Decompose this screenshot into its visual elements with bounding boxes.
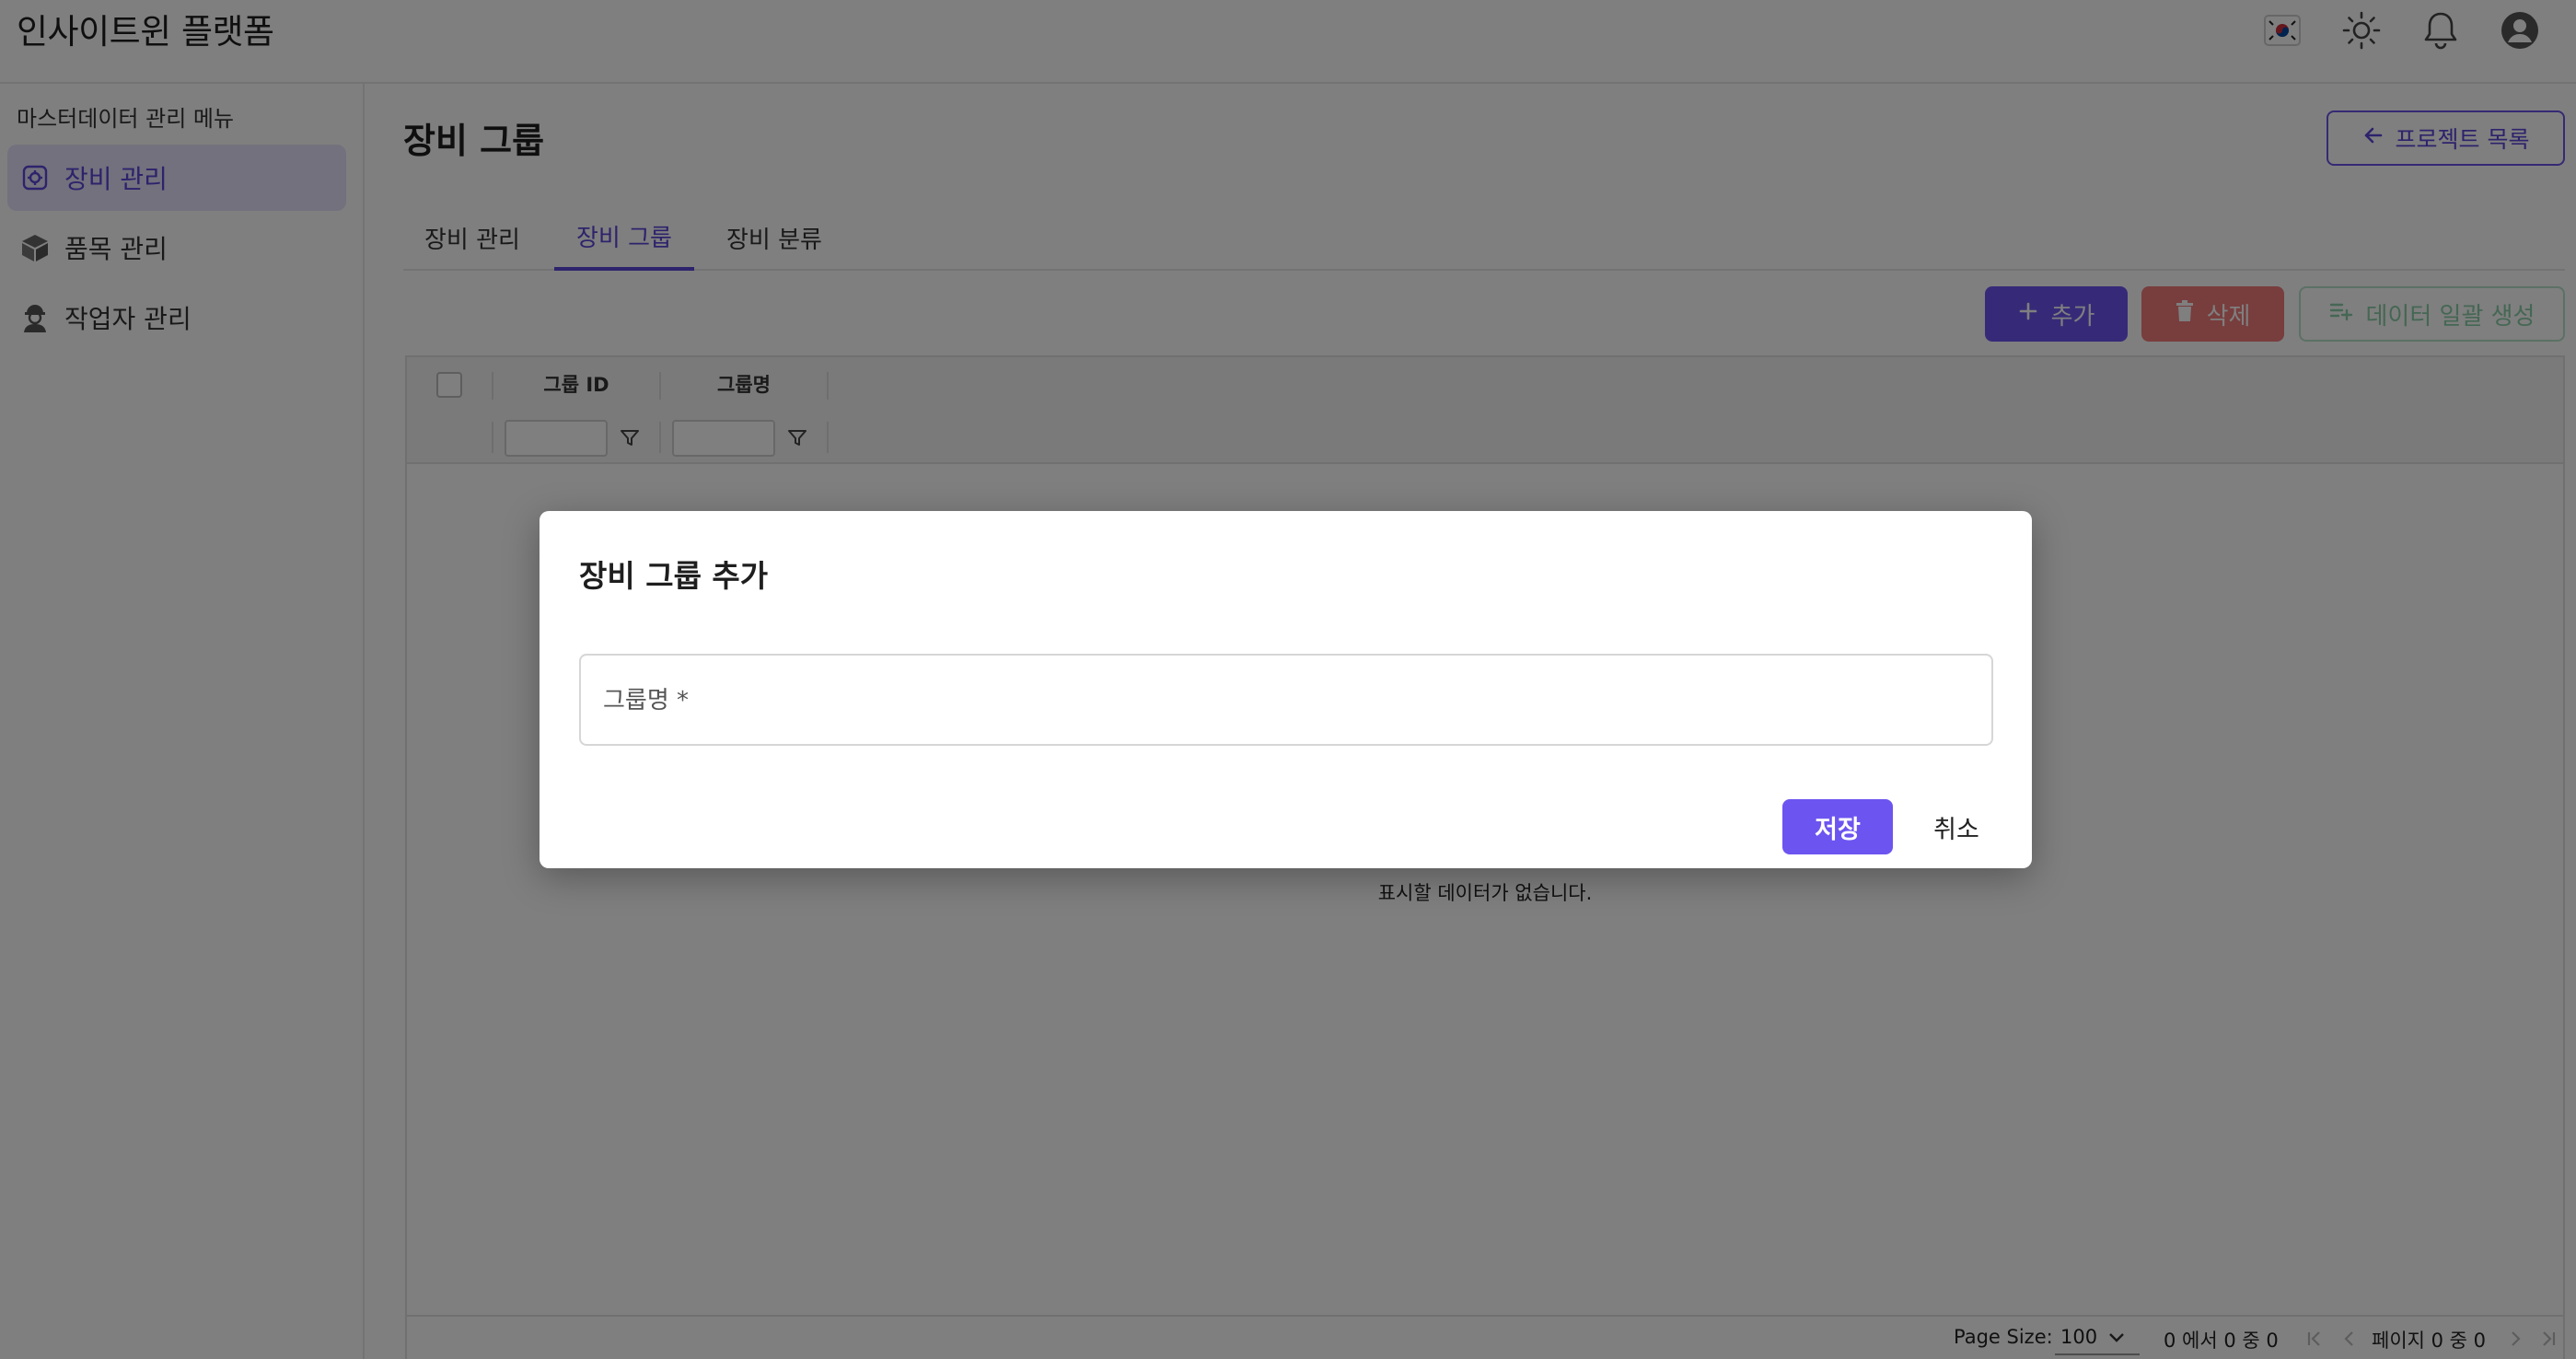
cancel-button[interactable]: 취소	[1915, 799, 1998, 854]
group-name-input[interactable]	[581, 656, 1991, 744]
group-name-field[interactable]: 그룹명 *	[579, 654, 1993, 746]
add-equipment-group-dialog: 장비 그룹 추가 그룹명 * 저장 취소	[540, 511, 2032, 868]
dialog-title: 장비 그룹 추가	[579, 558, 769, 594]
save-button[interactable]: 저장	[1782, 799, 1893, 854]
